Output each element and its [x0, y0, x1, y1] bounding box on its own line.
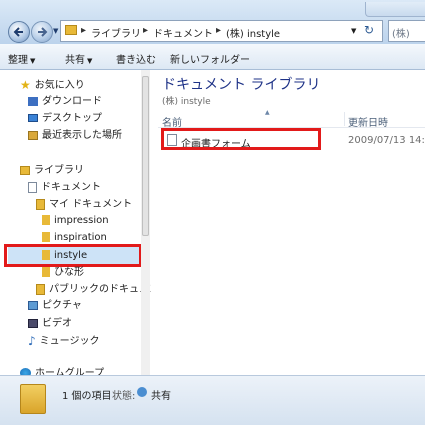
library-title: ドキュメント ライブラリ	[162, 77, 321, 93]
nav-label: お気に入り	[34, 80, 85, 91]
breadcrumb-instyle[interactable]: (株) instyle	[226, 25, 280, 40]
document-library-icon	[28, 181, 37, 193]
organize-button[interactable]: 整理 ▼	[8, 51, 35, 66]
folder-icon	[42, 267, 50, 277]
nav-label: ピクチャ	[42, 300, 82, 311]
forward-button[interactable]	[31, 21, 53, 43]
nav-folder-hinagata[interactable]: ひな形	[42, 265, 84, 281]
nav-music[interactable]: ♪ ミュージック	[28, 333, 99, 349]
desktop-icon	[28, 114, 38, 122]
arrow-right-icon	[38, 27, 48, 37]
nav-label: ライブラリ	[34, 165, 84, 176]
large-folder-icon	[20, 384, 46, 414]
folder-icon	[36, 198, 45, 210]
videos-icon	[28, 318, 38, 328]
highlight-box-file	[161, 128, 321, 150]
folder-icon	[65, 25, 77, 35]
nav-favorites[interactable]: ★ お気に入り	[20, 77, 85, 93]
share-button[interactable]: 共有 ▼	[65, 51, 92, 66]
nav-label: ミュージック	[39, 336, 100, 347]
library-icon	[20, 165, 30, 175]
shared-users-icon	[137, 387, 147, 397]
nav-documents[interactable]: ドキュメント	[28, 180, 101, 196]
back-button[interactable]	[8, 21, 30, 43]
column-divider[interactable]	[344, 112, 345, 126]
nav-videos[interactable]: ビデオ	[28, 316, 72, 332]
address-field[interactable]: ▸ ライブラリ ▸ ドキュメント ▸ (株) instyle ▼ ↻	[60, 20, 383, 42]
chevron-down-icon: ▼	[87, 57, 93, 65]
nav-label: ドキュメント	[41, 182, 101, 193]
pictures-icon	[28, 300, 38, 310]
item-count: 1 個の項目	[62, 391, 112, 402]
state-value: 共有	[151, 391, 171, 402]
nav-pictures[interactable]: ピクチャ	[28, 298, 82, 314]
organize-label: 整理	[8, 55, 28, 66]
nav-label: impression	[54, 215, 109, 226]
sort-arrow-icon: ▲	[265, 109, 270, 116]
breadcrumb-separator[interactable]: ▸	[81, 25, 86, 36]
share-label: 共有	[65, 55, 85, 66]
refresh-icon[interactable]: ↻	[364, 23, 374, 37]
search-placeholder: (株)	[392, 29, 410, 40]
nav-scrollbar-thumb[interactable]	[142, 76, 149, 236]
command-bar: 整理 ▼ 共有 ▼ 書き込む 新しいフォルダー	[0, 44, 425, 70]
folder-icon	[36, 283, 45, 295]
state-label: 状態:	[112, 391, 136, 402]
breadcrumb-separator[interactable]: ▸	[143, 25, 148, 36]
address-dropdown-icon[interactable]: ▼	[351, 27, 356, 35]
nav-desktop[interactable]: デスクトップ	[28, 111, 102, 127]
chevron-down-icon: ▼	[30, 57, 36, 65]
nav-downloads[interactable]: ダウンロード	[28, 94, 102, 110]
nav-label: ひな形	[54, 267, 84, 278]
folder-icon	[42, 215, 50, 225]
nav-libraries[interactable]: ライブラリ	[20, 163, 84, 179]
library-subtitle: (株) instyle	[162, 97, 211, 107]
star-icon: ★	[20, 78, 31, 92]
nav-my-documents[interactable]: マイ ドキュメント	[36, 197, 132, 213]
arrow-left-icon	[13, 27, 23, 37]
nav-recent-places[interactable]: 最近表示した場所	[28, 128, 122, 144]
file-date-modified: 2009/07/13 14:00	[348, 135, 425, 146]
downloads-icon	[28, 96, 38, 106]
music-note-icon: ♪	[28, 334, 36, 348]
new-folder-button[interactable]: 新しいフォルダー	[170, 51, 250, 66]
breadcrumb-documents[interactable]: ドキュメント	[153, 25, 213, 40]
recent-pages-dropdown[interactable]: ▼	[53, 27, 58, 35]
nav-label: ダウンロード	[42, 96, 102, 107]
recent-places-icon	[28, 130, 38, 140]
window-controls[interactable]	[365, 2, 425, 17]
nav-folder-impression[interactable]: impression	[42, 213, 109, 229]
search-input[interactable]: (株)	[388, 20, 425, 42]
highlight-box-nav	[4, 244, 142, 267]
burn-button[interactable]: 書き込む	[116, 51, 156, 66]
nav-label: 最近表示した場所	[42, 130, 122, 141]
nav-label: inspiration	[54, 232, 107, 243]
breadcrumb-libraries[interactable]: ライブラリ	[91, 25, 141, 40]
folder-icon	[42, 232, 50, 242]
nav-label: マイ ドキュメント	[49, 199, 133, 210]
nav-label: デスクトップ	[42, 113, 102, 124]
nav-label: ビデオ	[42, 318, 72, 329]
breadcrumb-separator[interactable]: ▸	[216, 25, 221, 36]
